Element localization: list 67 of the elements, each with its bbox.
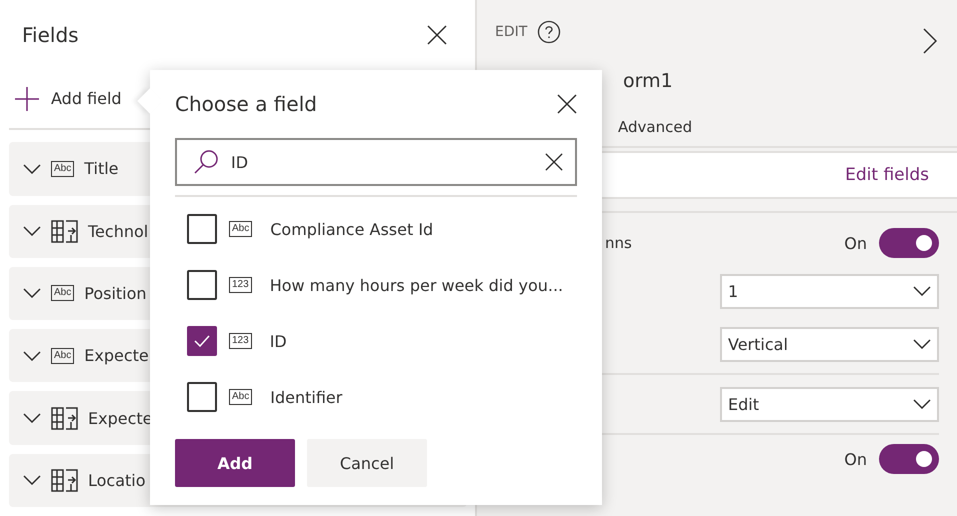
chevron-down-icon (913, 286, 931, 296)
field-name: Expecte (84, 346, 149, 366)
search-input[interactable]: ID (229, 152, 535, 172)
close-button[interactable] (557, 94, 577, 114)
plus-icon (15, 86, 39, 111)
dialog-title: Choose a field (175, 92, 317, 116)
checkmark-icon (194, 335, 210, 347)
field-option[interactable]: Abc Identifier (175, 369, 577, 425)
text-type-icon: Abc (51, 348, 74, 364)
field-option[interactable]: 123 ID (175, 313, 577, 369)
tab[interactable]: Advanced (618, 118, 692, 138)
cancel-button[interactable]: Cancel (307, 439, 427, 487)
mode-label: EDIT (495, 24, 528, 40)
help-icon[interactable] (537, 20, 562, 44)
lookup-icon (51, 468, 78, 492)
search-icon (193, 149, 219, 175)
add-field-button[interactable]: Add field (9, 69, 122, 128)
type-icon: Abc (229, 221, 252, 237)
type-icon: 123 (229, 333, 252, 349)
option-label: Compliance Asset Id (270, 220, 434, 238)
field-name: Title (84, 159, 119, 178)
control-title: orm1 (623, 70, 673, 94)
chevron-down-icon (913, 399, 931, 409)
close-button[interactable] (427, 24, 447, 45)
chevron-down-icon (23, 288, 41, 298)
option-label: How many hours per week did you... (270, 276, 564, 294)
checkbox[interactable] (187, 382, 217, 412)
field-option[interactable]: Abc Compliance Asset Id (175, 201, 577, 257)
clear-button[interactable] (545, 153, 563, 171)
close-icon (427, 24, 447, 45)
chevron-down-icon (23, 413, 41, 424)
option-label: Identifier (270, 388, 342, 406)
type-icon: Abc (229, 389, 252, 405)
chevron-right-icon[interactable] (923, 28, 937, 54)
toggle-switch[interactable] (879, 228, 939, 258)
lookup-icon (51, 406, 78, 430)
field-option[interactable]: 123 How many hours per week did you... (175, 257, 577, 313)
chevron-down-icon (913, 339, 931, 349)
checkbox[interactable] (187, 270, 217, 300)
dropdown[interactable]: Edit (720, 386, 939, 422)
toggle-switch[interactable] (879, 444, 939, 474)
panel-title: Fields (22, 22, 79, 47)
field-name: Technol (88, 222, 148, 241)
add-button[interactable]: Add (175, 439, 295, 487)
field-name: Locatio (88, 470, 146, 490)
close-icon (557, 94, 577, 114)
chevron-down-icon (23, 350, 41, 361)
type-icon: 123 (229, 277, 252, 293)
checkbox[interactable] (187, 326, 217, 356)
edit-fields-link[interactable]: Edit fields (845, 165, 929, 185)
clear-icon (545, 153, 563, 171)
toggle-state: On (844, 450, 867, 468)
chevron-down-icon (23, 164, 41, 174)
field-name: Expecte (88, 408, 152, 428)
lookup-icon (51, 220, 78, 243)
dropdown[interactable]: 1 (720, 274, 939, 308)
chevron-down-icon (23, 475, 41, 486)
text-type-icon: Abc (51, 285, 74, 302)
field-name: Position (84, 284, 147, 303)
checkbox[interactable] (187, 214, 217, 244)
option-label: ID (270, 332, 287, 350)
toggle-state: On (844, 234, 867, 252)
property-label: nns (605, 234, 632, 252)
chevron-down-icon (23, 226, 41, 236)
text-type-icon: Abc (51, 160, 74, 177)
search-field[interactable]: ID (175, 138, 577, 186)
dropdown[interactable]: Vertical (720, 326, 939, 362)
